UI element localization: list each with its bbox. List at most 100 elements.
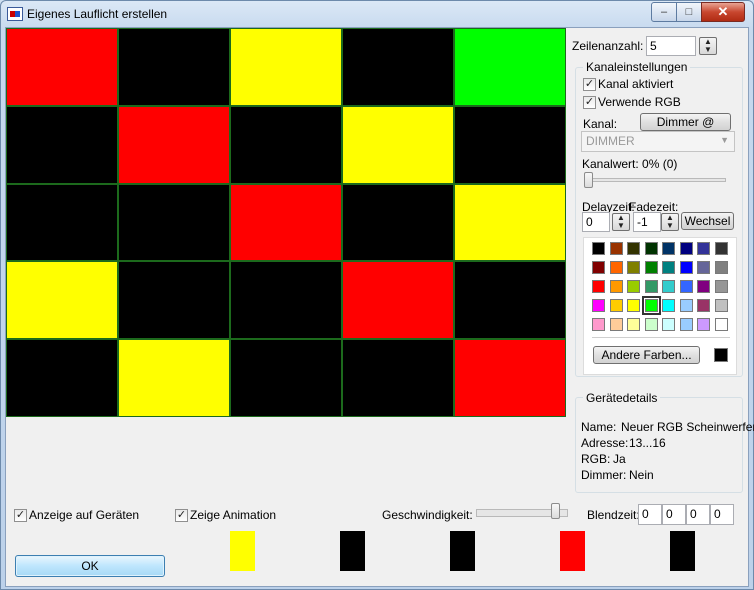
grid-cell[interactable] [118,28,230,106]
palette-swatch[interactable] [609,299,623,312]
palette-swatch[interactable] [592,299,605,312]
grid-cell[interactable] [454,339,566,417]
grid-cell[interactable] [230,105,342,184]
minimize-button[interactable]: – [651,2,677,22]
blend-input-2[interactable]: 0 [662,504,686,525]
grid-cell[interactable] [230,183,342,262]
palette-swatch[interactable] [714,261,728,274]
show-on-devices-checkbox[interactable]: ✓ [14,509,27,522]
palette-swatch[interactable] [714,318,728,331]
grid-cell[interactable] [342,183,454,262]
palette-swatch[interactable] [679,280,693,293]
palette-swatch[interactable] [697,261,710,274]
use-rgb-checkbox[interactable]: ✓ [583,96,596,109]
grid-cell[interactable] [342,105,454,184]
grid-cell[interactable] [342,339,454,417]
palette-swatch[interactable] [592,242,605,255]
palette-swatch[interactable] [609,261,623,274]
preview-swatch [670,531,695,571]
grid-cell[interactable] [6,28,118,106]
fade-spinner[interactable]: ▲ ▼ [661,213,679,231]
chevron-down-icon: ▼ [720,135,729,145]
palette-swatch[interactable] [627,261,640,274]
palette-swatch[interactable] [609,318,623,331]
window-title: Eigenes Lauflicht erstellen [27,7,168,21]
grid-cell[interactable] [342,28,454,106]
channel-select-value: DIMMER [586,134,635,148]
palette-swatch[interactable] [679,242,693,255]
wechsel-button[interactable]: Wechsel [681,212,734,230]
device-name-label: Name: [581,420,617,434]
fade-input[interactable]: -1 [633,212,661,232]
palette-swatch[interactable] [609,280,623,293]
palette-swatch[interactable] [644,261,658,274]
palette-swatch[interactable] [662,318,675,331]
palette-swatch[interactable] [697,280,710,293]
speed-slider-thumb[interactable] [550,503,560,519]
blend-input-3[interactable]: 0 [686,504,710,525]
maximize-button[interactable]: □ [676,2,702,22]
palette-swatch[interactable] [592,280,605,293]
palette-swatch[interactable] [697,299,710,312]
grid-cell[interactable] [118,183,230,262]
channel-select[interactable]: DIMMER ▼ [581,131,735,152]
light-pattern-grid [6,28,566,417]
palette-swatch[interactable] [627,280,640,293]
delay-spinner[interactable]: ▲ ▼ [612,213,630,231]
palette-swatch[interactable] [641,296,661,315]
palette-swatch[interactable] [644,280,658,293]
palette-swatch[interactable] [609,242,623,255]
palette-swatch[interactable] [662,261,675,274]
grid-cell[interactable] [454,183,566,262]
palette-swatch[interactable] [679,261,693,274]
grid-cell[interactable] [6,105,118,184]
delay-input[interactable]: 0 [582,212,610,232]
palette-swatch[interactable] [644,242,658,255]
palette-swatch[interactable] [627,242,640,255]
channel-value-slider-thumb[interactable] [584,172,593,188]
show-animation-checkbox[interactable]: ✓ [175,509,188,522]
grid-cell[interactable] [454,105,566,184]
grid-cell[interactable] [118,339,230,417]
grid-cell[interactable] [230,339,342,417]
dimmer-button[interactable]: Dimmer @ 100% [640,113,731,145]
grid-cell[interactable] [118,105,230,184]
other-colors-button[interactable]: Andere Farben... [593,346,700,364]
palette-swatch[interactable] [662,299,675,312]
channel-value-track[interactable] [585,178,726,182]
palette-swatch[interactable] [697,242,710,255]
rows-spinner[interactable]: ▲ ▼ [699,37,717,55]
grid-cell[interactable] [342,261,454,340]
palette-swatch[interactable] [662,242,675,255]
palette-swatch[interactable] [714,299,728,312]
grid-cell[interactable] [6,183,118,262]
palette-swatch[interactable] [592,261,605,274]
palette-swatch[interactable] [627,318,640,331]
palette-swatch[interactable] [714,280,728,293]
palette-swatch[interactable] [662,280,675,293]
grid-cell[interactable] [6,261,118,340]
grid-cell[interactable] [230,28,342,106]
channel-enabled-label: Kanal aktiviert [598,77,674,91]
palette-swatch[interactable] [627,299,640,312]
blend-input-4[interactable]: 0 [710,504,734,525]
palette-swatch[interactable] [679,299,693,312]
grid-cell[interactable] [454,28,566,106]
grid-cell[interactable] [118,261,230,340]
channel-label: Kanal: [583,117,618,131]
title-bar[interactable]: Eigenes Lauflicht erstellen – □ ✕ [1,1,753,27]
ok-button[interactable]: OK [15,555,165,577]
grid-cell[interactable] [454,261,566,340]
close-button[interactable]: ✕ [701,2,745,22]
palette-swatch[interactable] [644,318,658,331]
palette-swatch[interactable] [679,318,693,331]
grid-cell[interactable] [230,261,342,340]
device-address-label: Adresse: [581,436,629,450]
channel-enabled-checkbox[interactable]: ✓ [583,78,596,91]
grid-cell[interactable] [6,339,118,417]
palette-swatch[interactable] [714,242,728,255]
blend-input-1[interactable]: 0 [638,504,662,525]
palette-swatch[interactable] [592,318,605,331]
rows-input[interactable]: 5 [646,36,696,56]
palette-swatch[interactable] [697,318,710,331]
